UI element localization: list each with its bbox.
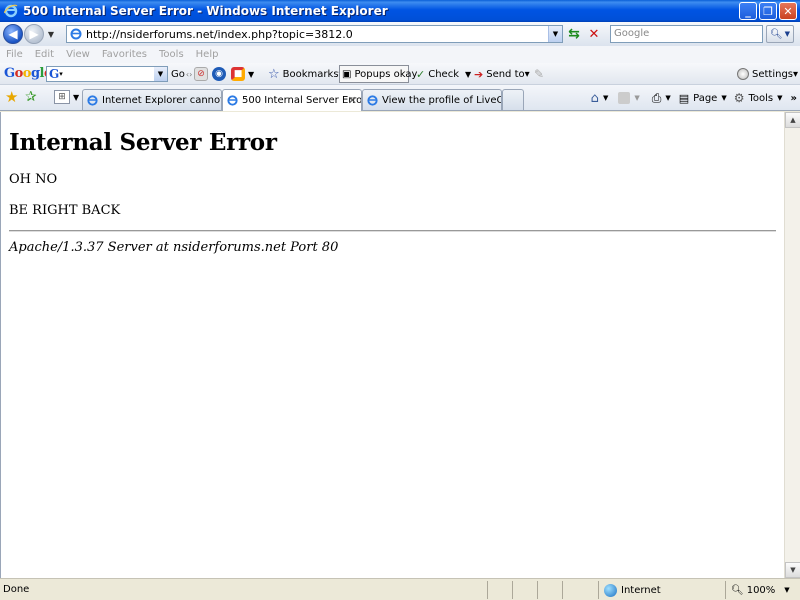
search-button[interactable]: 🔍︎ ▼: [766, 25, 794, 43]
status-text: Done: [3, 584, 30, 595]
menu-view[interactable]: View: [66, 49, 90, 60]
address-bar[interactable]: http://nsiderforums.net/index.php?topic=…: [66, 25, 563, 43]
bookmarks-button[interactable]: ☆ Bookmarks▾: [268, 66, 344, 82]
google-toolbar: Google G▾ ▼ Go‹› ⊘ ◉ ■▼ ☆Bookmarks▾ ▣Pop…: [0, 63, 800, 85]
more-commands-button[interactable]: »: [791, 93, 797, 104]
menu-edit[interactable]: Edit: [35, 49, 54, 60]
menu-tools[interactable]: Tools: [159, 49, 184, 60]
status-divider: [725, 581, 726, 599]
popups-okay-button[interactable]: ▣ Popups okay: [339, 65, 417, 83]
google-search-dropdown[interactable]: ▼: [154, 67, 167, 81]
status-bar: Done Internet 🔍︎ 100% ▼: [0, 578, 800, 600]
google-search-input[interactable]: G ▾ ▼: [46, 66, 168, 82]
maximize-button[interactable]: ❐: [759, 2, 777, 20]
add-favorite-icon[interactable]: ✰: [25, 89, 37, 105]
check-icon: ✓: [416, 67, 426, 81]
status-divider: [598, 581, 599, 599]
vertical-scrollbar[interactable]: ▲ ▼: [784, 112, 800, 578]
ie-tab-icon: [86, 94, 99, 107]
tab-close-icon[interactable]: ✕: [348, 94, 357, 107]
tools-icon: ⚙: [733, 91, 745, 105]
home-icon[interactable]: ⌂: [591, 91, 599, 106]
page-icon: ▤: [678, 91, 690, 105]
minimize-button[interactable]: _: [739, 2, 757, 20]
command-bar: ⌂ ▼ ▼ ⎙ ▼ ▤ Page ▼ ⚙ Tools ▼ »: [590, 90, 797, 106]
settings-button[interactable]: Settings▾: [737, 66, 798, 82]
ie-tab-icon: [226, 94, 239, 107]
spell-check-button[interactable]: ✓ Check ▼: [416, 66, 471, 82]
menu-help[interactable]: Help: [196, 49, 219, 60]
ie-tab-icon: [366, 94, 379, 107]
tools-menu-button[interactable]: Tools: [749, 93, 774, 104]
google-g-icon: G: [49, 67, 60, 81]
search-input[interactable]: Google: [610, 25, 763, 43]
tab-row: ★ ✰ ⊞▼ Internet Explorer cannot dis... 5…: [0, 85, 800, 111]
forward-button[interactable]: ▶: [24, 24, 44, 44]
popup-icon: ▣: [342, 68, 352, 80]
error-line-2: BE RIGHT BACK: [9, 203, 121, 218]
google-apps-icon[interactable]: ■ ▼: [231, 66, 254, 82]
url-text: http://nsiderforums.net/index.php?topic=…: [86, 27, 353, 41]
page-menu-button[interactable]: Page: [693, 93, 717, 104]
page-title: Internal Server Error: [9, 129, 277, 156]
error-line-1: OH NO: [9, 172, 58, 187]
status-divider: [512, 581, 513, 599]
window-controls: _ ❐ ✕: [739, 2, 797, 20]
quick-tabs-icon[interactable]: ⊞ ▼: [54, 89, 79, 105]
close-button[interactable]: ✕: [779, 2, 797, 20]
address-row: ◀ ▶ ▼ http://nsiderforums.net/index.php?…: [0, 22, 800, 46]
stop-icon[interactable]: ✕: [586, 26, 602, 42]
back-button[interactable]: ◀: [3, 24, 23, 44]
page-content: Internal Server Error OH NO BE RIGHT BAC…: [0, 112, 784, 578]
search-icon: 🔍︎: [769, 28, 783, 40]
window-title: 500 Internal Server Error - Windows Inte…: [23, 4, 388, 18]
refresh-icon[interactable]: ⇆: [566, 26, 582, 42]
google-go-button[interactable]: Go ‹›: [171, 66, 192, 82]
security-zone[interactable]: Internet: [604, 581, 661, 599]
globe-icon: [604, 583, 617, 597]
feeds-icon[interactable]: [618, 92, 631, 104]
send-to-button[interactable]: ➔ Send to▾: [474, 66, 530, 82]
zoom-control[interactable]: 🔍︎ 100% ▼: [731, 581, 790, 599]
divider: [9, 230, 776, 232]
settings-icon: [737, 68, 749, 80]
new-tab-button[interactable]: [502, 89, 524, 110]
zoom-icon: 🔍︎: [731, 584, 744, 596]
menu-favorites[interactable]: Favorites: [102, 49, 147, 60]
recent-pages-dropdown[interactable]: ▼: [46, 30, 56, 39]
pagerank-icon[interactable]: ⊘: [194, 66, 208, 82]
news-icon[interactable]: ◉: [212, 66, 226, 82]
address-dropdown[interactable]: ▼: [548, 26, 562, 42]
tab-view-profile[interactable]: View the profile of LiveOnTh...: [362, 89, 502, 110]
ie-icon: [3, 3, 19, 19]
tab-500-error[interactable]: 500 Internal Server Error ✕: [222, 89, 362, 111]
status-divider: [562, 581, 563, 599]
status-divider: [537, 581, 538, 599]
menu-bar: File Edit View Favorites Tools Help: [0, 46, 800, 63]
google-logo[interactable]: Google: [4, 66, 52, 81]
send-icon: ➔: [474, 67, 484, 81]
status-divider: [487, 581, 488, 599]
menu-file[interactable]: File: [6, 49, 23, 60]
tab-ie-cannot-display[interactable]: Internet Explorer cannot dis...: [82, 89, 222, 110]
title-bar: 500 Internal Server Error - Windows Inte…: [0, 0, 800, 22]
server-signature: Apache/1.3.37 Server at nsiderforums.net…: [9, 240, 339, 255]
scroll-down-button[interactable]: ▼: [785, 562, 800, 578]
print-icon[interactable]: ⎙: [652, 91, 662, 106]
highlight-icon[interactable]: ✎: [534, 66, 544, 82]
scroll-up-button[interactable]: ▲: [785, 112, 800, 128]
star-icon: ☆: [268, 66, 280, 82]
favorites-center-icon[interactable]: ★: [5, 88, 18, 106]
page-icon: [69, 27, 83, 41]
